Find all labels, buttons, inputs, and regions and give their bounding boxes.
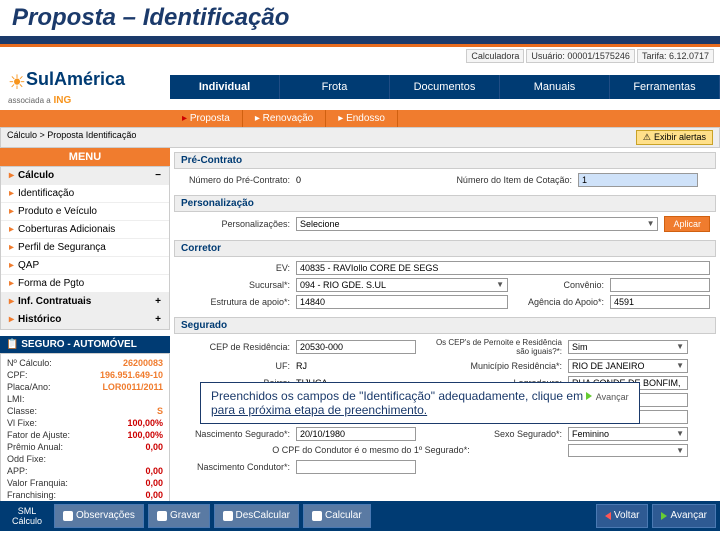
nav-frota[interactable]: Frota <box>280 75 390 99</box>
avancar-button[interactable]: Avançar <box>652 504 716 528</box>
descalcular-button[interactable]: DesCalcular <box>214 504 299 528</box>
lbl-nasc: Nascimento Segurado*: <box>180 429 290 439</box>
tarifa-info: Tarifa: 6.12.0717 <box>637 49 714 63</box>
subnav-renovacao[interactable]: ▸ Renovação <box>243 110 326 127</box>
input-estrutura[interactable]: 14840 <box>296 295 508 309</box>
lbl-estrutura: Estrutura de apoio*: <box>180 297 290 307</box>
lbl-nitem: Número do Item de Cotação: <box>452 175 572 185</box>
nav-manuais[interactable]: Manuais <box>500 75 610 99</box>
slide-title: Proposta – Identificação <box>0 0 720 39</box>
lbl-munic: Município Residência*: <box>422 361 562 371</box>
brand-logo: ☀SulAmérica associada a ING <box>0 65 170 110</box>
nav-documentos[interactable]: Documentos <box>390 75 500 99</box>
select-sexo[interactable]: Feminino▼ <box>568 427 688 441</box>
input-agencia[interactable]: 4591 <box>610 295 710 309</box>
menu-coberturas[interactable]: ▸Coberturas Adicionais <box>1 221 169 239</box>
gravar-button[interactable]: Gravar <box>148 504 210 528</box>
user-info: Usuário: 00001/1575246 <box>526 49 635 63</box>
nav-individual[interactable]: Individual <box>170 75 280 99</box>
section-precontrato: Pré-Contrato <box>174 152 716 169</box>
section-corretor: Corretor <box>174 240 716 257</box>
subnav-proposta[interactable]: ▸ Proposta <box>170 110 243 127</box>
sub-nav: ▸ Proposta ▸ Renovação ▸ Endosso <box>0 110 720 127</box>
ing-logo: ING <box>53 95 71 106</box>
brand-text: SulAmérica <box>26 69 125 89</box>
warning-icon: ⚠ <box>643 132 651 143</box>
brand-sub: associada a <box>8 96 51 105</box>
lbl-cepmsmo: Os CEP's de Pernoite e Residência são ig… <box>422 338 562 356</box>
sun-icon: ☀ <box>8 72 26 94</box>
input-nasc[interactable]: 20/10/1980 <box>296 427 416 441</box>
select-sucursal[interactable]: 094 - RIO GDE. S.UL▼ <box>296 278 508 292</box>
menu-pgto[interactable]: ▸Forma de Pgto <box>1 275 169 293</box>
bottom-toolbar: SMLCálculo Observações Gravar DesCalcula… <box>0 501 720 531</box>
exibir-alertas-button[interactable]: ⚠Exibir alertas <box>636 130 713 145</box>
note-icon <box>63 511 73 521</box>
input-nitem[interactable]: 1 <box>578 173 698 187</box>
instruction-callout: Preenchidos os campos de "Identificação"… <box>200 382 640 424</box>
lbl-cep: CEP de Residência: <box>180 342 290 352</box>
save-icon <box>157 511 167 521</box>
menu-identificacao[interactable]: ▸Identificação <box>1 185 169 203</box>
lbl-cpfcond: O CPF do Condutor é o mesmo do 1º Segura… <box>180 445 562 455</box>
lbl-sucursal: Sucursal*: <box>180 280 290 290</box>
input-nasccond[interactable] <box>296 460 416 474</box>
observacoes-button[interactable]: Observações <box>54 504 144 528</box>
menu-perfil[interactable]: ▸Perfil de Segurança <box>1 239 169 257</box>
menu-inf-contratuais[interactable]: ▸Inf. Contratuais+ <box>1 293 169 311</box>
lbl-nprecontrato: Número do Pré-Contrato: <box>180 175 290 185</box>
utility-bar: Calculadora Usuário: 00001/1575246 Tarif… <box>0 47 720 65</box>
lbl-uf: UF: <box>180 361 290 371</box>
aplicar-button[interactable]: Aplicar <box>664 216 710 232</box>
lbl-nasccond: Nascimento Condutor*: <box>180 462 290 472</box>
nav-ferramentas[interactable]: Ferramentas <box>610 75 720 99</box>
input-ev[interactable]: 40835 - RAVIollo CORE DE SEGS <box>296 261 710 275</box>
main-form-area: Pré-Contrato Número do Pré-Contrato: 0 N… <box>170 148 720 531</box>
sml-logo: SMLCálculo <box>4 504 50 528</box>
menu-header: MENU <box>0 148 170 166</box>
sidebar: MENU ▸Cálculo− ▸Identificação ▸Produto e… <box>0 148 170 531</box>
select-person[interactable]: Selecione▼ <box>296 217 658 231</box>
voltar-button[interactable]: Voltar <box>596 504 649 528</box>
arrow-left-icon <box>605 512 611 520</box>
title-accent-bar <box>0 39 720 47</box>
menu-list: ▸Cálculo− ▸Identificação ▸Produto e Veíc… <box>0 166 170 330</box>
menu-produto[interactable]: ▸Produto e Veículo <box>1 203 169 221</box>
arrow-right-icon <box>661 512 667 520</box>
chevron-down-icon: ▼ <box>647 219 655 228</box>
menu-calculo[interactable]: ▸Cálculo− <box>1 167 169 185</box>
val-uf: RJ <box>296 361 416 371</box>
lbl-ev: EV: <box>180 263 290 273</box>
lbl-person: Personalizações: <box>180 219 290 229</box>
select-cpfcond[interactable]: ▼ <box>568 444 688 457</box>
menu-historico[interactable]: ▸Histórico+ <box>1 311 169 329</box>
lbl-sexo: Sexo Segurado*: <box>422 429 562 439</box>
input-convenio[interactable] <box>610 278 710 292</box>
calcular-button[interactable]: Calcular <box>303 504 371 528</box>
calc-link[interactable]: Calculadora <box>466 49 524 63</box>
select-munic[interactable]: RIO DE JANEIRO▼ <box>568 359 688 373</box>
arrow-right-icon <box>586 392 592 400</box>
section-personalizacao: Personalização <box>174 195 716 212</box>
subnav-endosso[interactable]: ▸ Endosso <box>326 110 398 127</box>
seguro-header: 📋 SEGURO - AUTOMÓVEL <box>0 336 170 353</box>
val-nprecontrato: 0 <box>296 175 446 185</box>
select-cepmsmo[interactable]: Sim▼ <box>568 340 688 354</box>
menu-qap[interactable]: ▸QAP <box>1 257 169 275</box>
calc-icon <box>312 511 322 521</box>
lbl-convenio: Convênio: <box>514 280 604 290</box>
main-nav: Individual Frota Documentos Manuais Ferr… <box>170 75 720 99</box>
lbl-agencia: Agência do Apoio*: <box>514 297 604 307</box>
undo-icon <box>223 511 233 521</box>
app-screenshot: Calculadora Usuário: 00001/1575246 Tarif… <box>0 47 720 531</box>
input-cep[interactable]: 20530-000 <box>296 340 416 354</box>
section-segurado: Segurado <box>174 317 716 334</box>
breadcrumb: Cálculo > Proposta Identificação <box>7 130 136 145</box>
